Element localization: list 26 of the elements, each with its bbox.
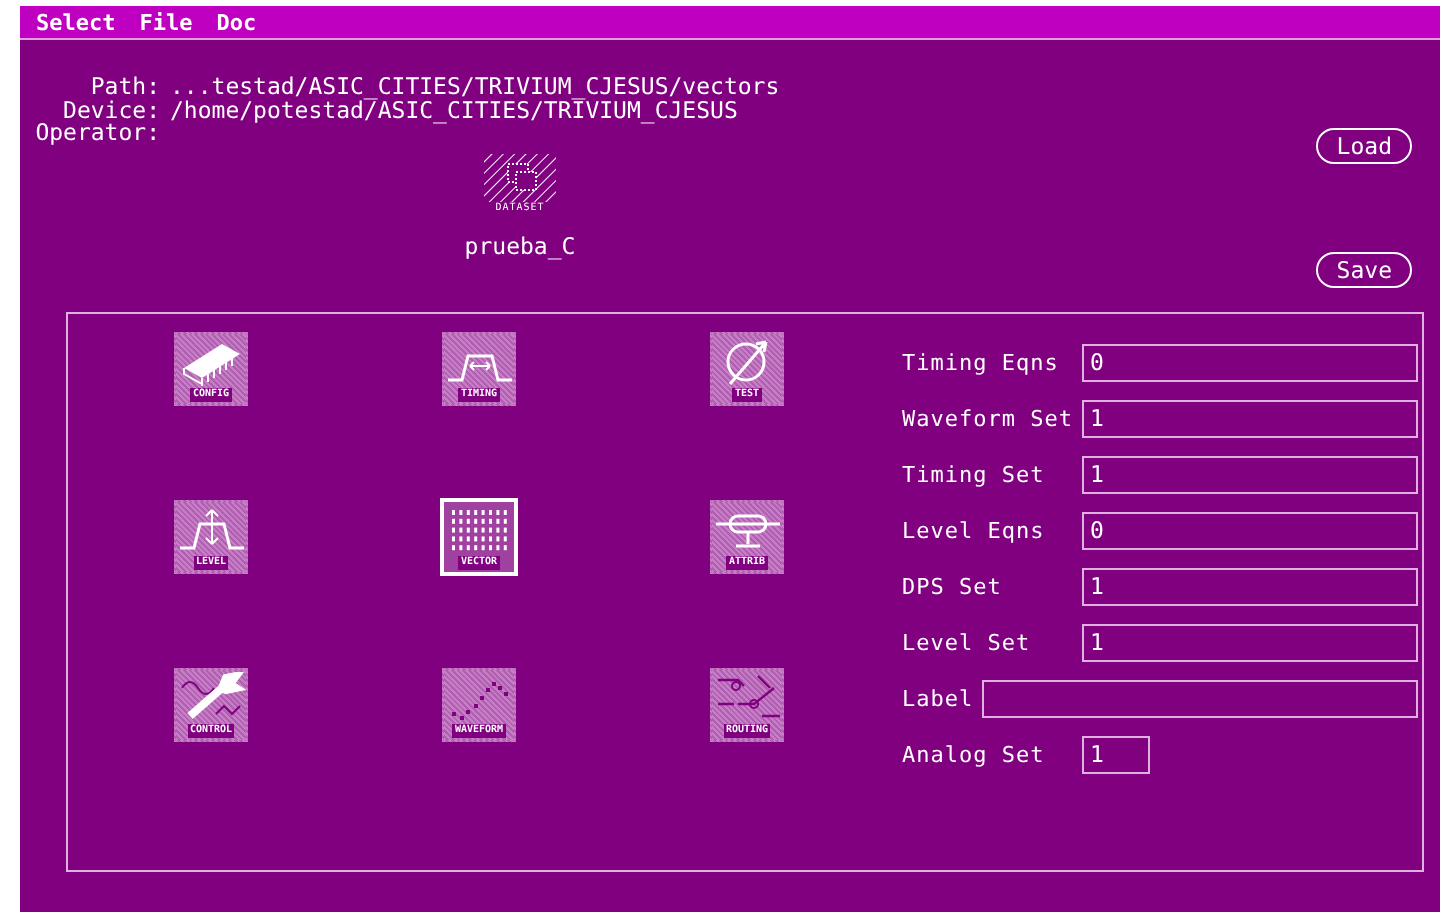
info-value: /home/potestad/ASIC_CITIES/TRIVIUM_CJESUS [170, 99, 738, 122]
field-label: Analog Set [902, 741, 1047, 767]
field-label: Timing Set [902, 461, 1047, 487]
input-field[interactable]: 0 [1082, 511, 1418, 549]
input-field[interactable]: 1 [1082, 455, 1418, 493]
action-button[interactable]: Save [1316, 252, 1412, 288]
info-value: ...testad/ASIC_CITIES/TRIVIUM_CJESUS/vectors [170, 76, 780, 99]
field-label: DPS Set [902, 573, 1004, 599]
info-label: Operator: [33, 122, 162, 145]
field-label: Label [902, 685, 976, 711]
field-label: Level Set [902, 629, 1033, 655]
field-label: Timing Eqns [902, 349, 1061, 375]
action-button[interactable]: Load [1316, 128, 1412, 164]
input-field[interactable]: 1 [1082, 623, 1418, 661]
info-label: Device: [61, 99, 162, 122]
input-field[interactable]: 1 [1082, 567, 1418, 605]
menu-item[interactable]: Select [28, 9, 124, 35]
info-label: Path: [88, 76, 162, 99]
input-field[interactable]: 1 [1082, 399, 1418, 437]
dataset-name: prueba_C [464, 231, 576, 259]
input-field[interactable]: 0 [1082, 343, 1418, 381]
input-field[interactable]: 1 [1082, 735, 1150, 773]
field-label: Waveform Set [902, 405, 1075, 431]
menu-item[interactable]: Doc [208, 9, 265, 35]
menu-item[interactable]: File [131, 9, 201, 35]
field-label: Level Eqns [902, 517, 1047, 543]
